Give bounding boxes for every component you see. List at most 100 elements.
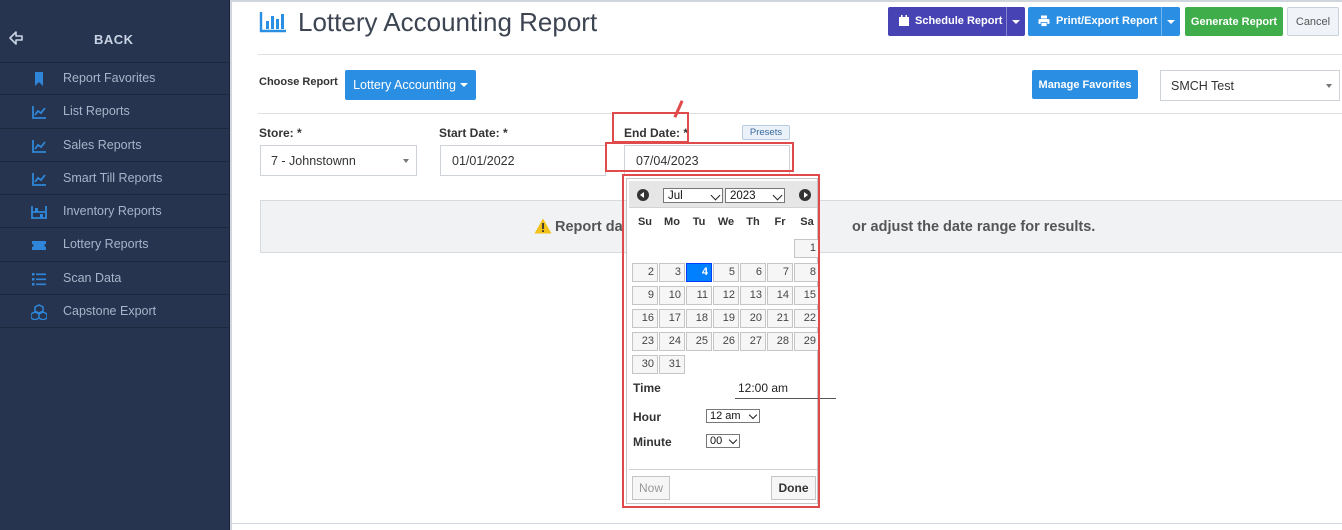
calendar-day[interactable]: 30 [632, 355, 658, 374]
sidebar-item-label: Scan Data [63, 270, 122, 285]
warning-icon [534, 218, 552, 234]
calendar-day[interactable]: 16 [632, 309, 658, 328]
cancel-button[interactable]: Cancel [1287, 7, 1339, 36]
sidebar-item-label: Report Favorites [63, 71, 156, 85]
minute-select[interactable]: 00 [706, 434, 740, 448]
store-select[interactable]: 7 - Johnstownn [260, 145, 417, 176]
year-select[interactable]: 2023 [725, 188, 785, 203]
calendar-day[interactable]: 31 [659, 355, 685, 374]
calendar-day[interactable]: 9 [632, 286, 658, 305]
calendar-day[interactable]: 18 [686, 309, 712, 328]
month-select[interactable]: Jul [663, 188, 723, 203]
page: BACK Report Favorites List Reports Sales… [0, 0, 1342, 530]
calendar-day[interactable]: 21 [767, 309, 793, 328]
choose-report-dropdown[interactable]: Lottery Accounting [345, 70, 476, 100]
caret-down-icon [1326, 84, 1332, 88]
selected-day[interactable]: 4 [686, 263, 712, 282]
calendar-day[interactable]: 1 [794, 239, 820, 258]
calendar-day[interactable]: 20 [740, 309, 766, 328]
calendar-day[interactable]: 5 [713, 263, 739, 282]
calendar-day[interactable]: 2 [632, 263, 658, 282]
sidebar-item-list-reports[interactable]: List Reports [0, 95, 230, 129]
print-dropdown-toggle[interactable] [1161, 7, 1180, 36]
calendar-day[interactable]: 17 [659, 309, 685, 328]
minute-select-value: 00 [710, 435, 723, 447]
chevron-down-icon [728, 435, 738, 445]
calendar-day[interactable]: 22 [794, 309, 820, 328]
calendar-day[interactable]: 15 [794, 286, 820, 305]
back-label: BACK [94, 32, 134, 47]
arrow-left-icon [9, 31, 23, 45]
sidebar-item-capstone-export[interactable]: Capstone Export [0, 295, 230, 329]
schedule-dropdown-toggle[interactable] [1006, 7, 1025, 36]
calendar-day[interactable]: 25 [686, 332, 712, 351]
sidebar-item-scan-data[interactable]: Scan Data [0, 262, 230, 296]
sidebar-nav: Report Favorites List Reports Sales Repo… [0, 62, 230, 329]
sidebar-item-label: List Reports [63, 104, 130, 119]
weekday-label: Sa [800, 216, 814, 228]
bookmark-icon [35, 72, 43, 86]
datepicker-footer-divider [629, 469, 817, 470]
chevron-down-icon [772, 190, 783, 201]
calendar-day[interactable]: 11 [686, 286, 712, 305]
prev-month-icon[interactable] [637, 189, 649, 201]
year-select-value: 2023 [730, 189, 756, 202]
next-month-icon[interactable] [799, 189, 811, 201]
calendar-icon [899, 15, 909, 26]
end-date-label: End Date: * [624, 126, 689, 140]
calendar-day[interactable]: 8 [794, 263, 820, 282]
schedule-report-label: Schedule Report [915, 15, 1003, 27]
store-select-value: 7 - Johnstownn [271, 153, 356, 168]
now-button[interactable]: Now [632, 476, 670, 500]
start-date-input[interactable]: 01/01/2022 [440, 145, 606, 176]
calendar-day[interactable]: 27 [740, 332, 766, 351]
sidebar-item-lottery-reports[interactable]: Lottery Reports [0, 228, 230, 262]
sidebar-item-smart-till-reports[interactable]: Smart Till Reports [0, 162, 230, 196]
calendar-day[interactable]: 7 [767, 263, 793, 282]
caret-down-icon [1012, 19, 1020, 24]
presets-button[interactable]: Presets [742, 125, 790, 140]
alert-text: Report da [555, 219, 623, 235]
sidebar-item-sales-reports[interactable]: Sales Reports [0, 129, 230, 162]
calendar-day[interactable]: 13 [740, 286, 766, 305]
store-label: Store: * [259, 126, 302, 140]
hour-select[interactable]: 12 am [706, 409, 760, 423]
calendar-day[interactable]: 23 [632, 332, 658, 351]
print-export-button[interactable]: Print/Export Report [1028, 7, 1180, 36]
calendar-day[interactable]: 3 [659, 263, 685, 282]
calendar-day[interactable]: 29 [794, 332, 820, 351]
chart-line-icon [32, 172, 46, 186]
generate-report-button[interactable]: Generate Report [1185, 7, 1283, 36]
calendar-day[interactable]: 6 [740, 263, 766, 282]
list-icon [32, 272, 46, 286]
divider [258, 54, 1342, 55]
sidebar-item-inventory-reports[interactable]: Inventory Reports [0, 195, 230, 229]
calendar-day[interactable]: 12 [713, 286, 739, 305]
sidebar-item-label: Inventory Reports [63, 204, 162, 219]
calendar-day[interactable]: 10 [659, 286, 685, 305]
calendar-day[interactable]: 28 [767, 332, 793, 351]
chart-line-icon [32, 139, 46, 153]
schedule-report-button[interactable]: Schedule Report [888, 7, 1025, 36]
calendar-day[interactable]: 14 [767, 286, 793, 305]
manage-favorites-button[interactable]: Manage Favorites [1032, 70, 1138, 99]
favorite-select[interactable]: SMCH Test [1160, 70, 1340, 101]
sidebar-item-label: Sales Reports [63, 137, 142, 152]
calendar-day[interactable]: 19 [713, 309, 739, 328]
caret-down-icon [1167, 19, 1175, 24]
weekday-header: Su Mo Tu We Th Fr Sa [629, 216, 817, 230]
calendar-day[interactable]: 26 [713, 332, 739, 351]
calendar-day[interactable]: 24 [659, 332, 685, 351]
sidebar-item-label: Capstone Export [63, 304, 157, 319]
caret-down-icon [403, 159, 409, 163]
bar-chart-icon [259, 12, 286, 33]
done-button[interactable]: Done [771, 476, 816, 500]
sidebar-item-report-favorites[interactable]: Report Favorites [0, 62, 230, 96]
back-button[interactable]: BACK [0, 15, 230, 63]
end-date-input[interactable]: 07/04/2023 [624, 145, 790, 176]
divider [232, 523, 1342, 524]
main-content: Lottery Accounting Report Schedule Repor… [230, 0, 1342, 530]
caret-down-icon [459, 83, 468, 87]
time-label: Time [633, 381, 661, 395]
favorite-select-value: SMCH Test [1171, 78, 1234, 93]
